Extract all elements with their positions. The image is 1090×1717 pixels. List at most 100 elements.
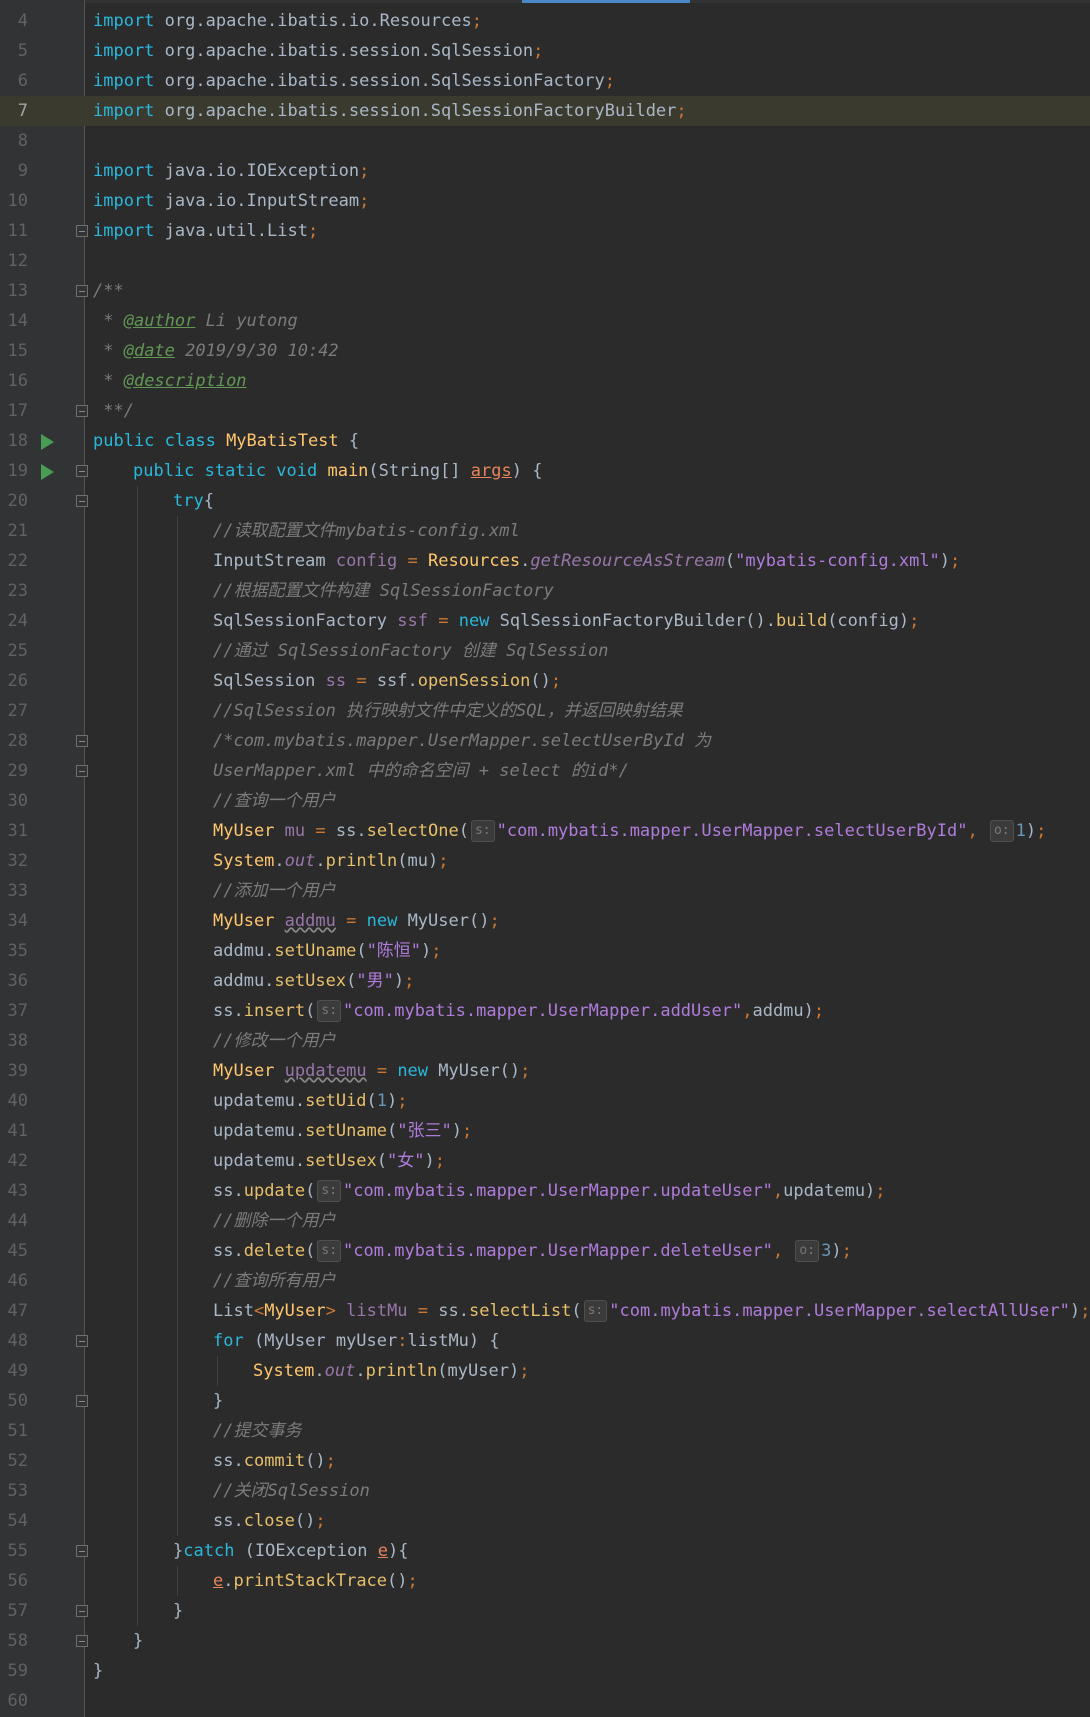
code-line[interactable]: 28 /*com.mybatis.mapper.UserMapper.select… xyxy=(0,726,1090,756)
indent-guide xyxy=(177,1356,178,1386)
fold-toggle-icon[interactable] xyxy=(76,765,88,777)
code-line[interactable]: 20 try{ xyxy=(0,486,1090,516)
code-line[interactable]: 7 import org.apache.ibatis.session.SqlSes… xyxy=(0,96,1090,126)
code-line[interactable]: 32 System.out.println(mu); xyxy=(0,846,1090,876)
code-line[interactable]: 25 //通过 SqlSessionFactory 创建 SqlSession xyxy=(0,636,1090,666)
code-line[interactable]: 4 import org.apache.ibatis.io.Resources; xyxy=(0,6,1090,36)
code-line[interactable]: 29 UserMapper.xml 中的命名空间 + select 的id*/ xyxy=(0,756,1090,786)
code-line[interactable]: 14 * @author Li yutong xyxy=(0,306,1090,336)
fold-toggle-icon[interactable] xyxy=(76,1335,88,1347)
code-line[interactable]: 39 MyUser updatemu = new MyUser(); xyxy=(0,1056,1090,1086)
code-line[interactable]: 35 addmu.setUname("陈恒"); xyxy=(0,936,1090,966)
code-line[interactable]: 33 //添加一个用户 xyxy=(0,876,1090,906)
indent-guide xyxy=(137,1416,138,1446)
fold-toggle-icon[interactable] xyxy=(76,225,88,237)
code-line[interactable]: 21 //读取配置文件mybatis-config.xml xyxy=(0,516,1090,546)
code-line[interactable]: 17 **/ xyxy=(0,396,1090,426)
code-line[interactable]: 46 //查询所有用户 xyxy=(0,1266,1090,1296)
code-line[interactable]: 57} xyxy=(0,1596,1090,1626)
code-line[interactable]: 51 //提交事务 xyxy=(0,1416,1090,1446)
code-line[interactable]: 23 //根据配置文件构建 SqlSessionFactory xyxy=(0,576,1090,606)
code-line[interactable]: 40 updatemu.setUid(1); xyxy=(0,1086,1090,1116)
code-text: InputStream config = Resources.getResour… xyxy=(213,546,960,576)
code-token: ) xyxy=(421,941,432,961)
code-line[interactable]: 16 * @description xyxy=(0,366,1090,396)
line-number: 36 xyxy=(7,971,28,991)
code-line[interactable]: 55}catch (IOException e){ xyxy=(0,1536,1090,1566)
fold-toggle-icon[interactable] xyxy=(76,405,88,417)
code-token: * xyxy=(93,341,124,361)
line-number: 55 xyxy=(7,1541,28,1561)
fold-toggle-icon[interactable] xyxy=(76,1635,88,1647)
code-line[interactable]: 59} xyxy=(0,1656,1090,1686)
code-line[interactable]: 43 ss.update(s: "com.mybatis.mapper.UserMa… xyxy=(0,1176,1090,1206)
code-line[interactable]: 30 //查询一个用户 xyxy=(0,786,1090,816)
code-line[interactable]: 6 import org.apache.ibatis.session.SqlSes… xyxy=(0,66,1090,96)
code-line[interactable]: 45 ss.delete(s: "com.mybatis.mapper.UserMa… xyxy=(0,1236,1090,1266)
code-token: ( xyxy=(305,1241,316,1261)
line-number: 17 xyxy=(7,401,28,421)
fold-toggle-icon[interactable] xyxy=(76,1605,88,1617)
code-line[interactable]: 48 for (MyUser myUser:listMu) { xyxy=(0,1326,1090,1356)
code-editor[interactable]: 4 import org.apache.ibatis.io.Resources; 5… xyxy=(0,0,1090,1717)
code-line[interactable]: 22 InputStream config = Resources.getReso… xyxy=(0,546,1090,576)
code-token: ; xyxy=(550,671,562,691)
fold-toggle-icon[interactable] xyxy=(76,735,88,747)
code-line[interactable]: 52 ss.commit(); xyxy=(0,1446,1090,1476)
code-line[interactable]: 50} xyxy=(0,1386,1090,1416)
fold-toggle-icon[interactable] xyxy=(76,1395,88,1407)
code-token: UserMapper.xml 中的命名空间 + select 的id*/ xyxy=(213,761,629,781)
code-token: setUname xyxy=(305,1121,388,1141)
code-line[interactable]: 12 xyxy=(0,246,1090,276)
code-line[interactable]: 44 //删除一个用户 xyxy=(0,1206,1090,1236)
code-token: ; xyxy=(533,41,544,61)
code-line[interactable]: 27 //SqlSession 执行映射文件中定义的SQL，并返回映射结果 xyxy=(0,696,1090,726)
code-line[interactable]: 38 //修改一个用户 xyxy=(0,1026,1090,1056)
code-text: import org.apache.ibatis.io.Resources; xyxy=(93,6,482,36)
code-token: ; xyxy=(359,191,370,211)
code-line[interactable]: 60 xyxy=(0,1686,1090,1716)
fold-toggle-icon[interactable] xyxy=(76,465,88,477)
code-text: e.printStackTrace(); xyxy=(213,1566,418,1596)
indent-guide xyxy=(177,1266,178,1296)
code-token: @date xyxy=(123,341,175,361)
run-icon[interactable] xyxy=(41,464,54,480)
run-icon[interactable] xyxy=(41,434,54,450)
code-line[interactable]: 8 xyxy=(0,126,1090,156)
code-line[interactable]: 41 updatemu.setUname("张三"); xyxy=(0,1116,1090,1146)
code-line[interactable]: 47 List<MyUser> listMu = ss.selectList(s:… xyxy=(0,1296,1090,1326)
line-number: 43 xyxy=(7,1181,28,1201)
code-text: SqlSession ss = ssf.openSession(); xyxy=(213,666,561,696)
code-line[interactable]: 49 System.out.println(myUser); xyxy=(0,1356,1090,1386)
line-number: 10 xyxy=(7,191,28,211)
code-line[interactable]: 54 ss.close(); xyxy=(0,1506,1090,1536)
code-line[interactable]: 15 * @date 2019/9/30 10:42 xyxy=(0,336,1090,366)
code-line[interactable]: 58} xyxy=(0,1626,1090,1656)
parameter-hint: o: xyxy=(989,820,1014,842)
fold-toggle-icon[interactable] xyxy=(76,495,88,507)
active-tab-indicator[interactable] xyxy=(522,0,690,3)
code-line[interactable]: 26 SqlSession ss = ssf.openSession(); xyxy=(0,666,1090,696)
fold-toggle-icon[interactable] xyxy=(76,1545,88,1557)
code-lines[interactable]: 4 import org.apache.ibatis.io.Resources; 5… xyxy=(0,6,1090,1716)
code-line[interactable]: 18 public class MyBatisTest { xyxy=(0,426,1090,456)
code-line[interactable]: 53 //关闭SqlSession xyxy=(0,1476,1090,1506)
code-line[interactable]: 36 addmu.setUsex("男"); xyxy=(0,966,1090,996)
code-line[interactable]: 11 import java.util.List; xyxy=(0,216,1090,246)
code-line[interactable]: 9 import java.io.IOException; xyxy=(0,156,1090,186)
code-line[interactable]: 34 MyUser addmu = new MyUser(); xyxy=(0,906,1090,936)
line-number: 27 xyxy=(7,701,28,721)
code-token: //SqlSession 执行映射文件中定义的SQL，并返回映射结果 xyxy=(213,701,683,721)
code-line[interactable]: 42 updatemu.setUsex("女"); xyxy=(0,1146,1090,1176)
code-line[interactable]: 37 ss.insert(s: "com.mybatis.mapper.UserMa… xyxy=(0,996,1090,1026)
code-line[interactable]: 24 SqlSessionFactory ssf = new SqlSession… xyxy=(0,606,1090,636)
code-line[interactable]: 5 import org.apache.ibatis.session.SqlSes… xyxy=(0,36,1090,66)
code-line[interactable]: 31 MyUser mu = ss.selectOne(s: "com.mybati… xyxy=(0,816,1090,846)
code-line[interactable]: 56 e.printStackTrace(); xyxy=(0,1566,1090,1596)
code-line[interactable]: 10 import java.io.InputStream; xyxy=(0,186,1090,216)
fold-toggle-icon[interactable] xyxy=(76,285,88,297)
indent-guide xyxy=(177,1296,178,1326)
code-line[interactable]: 13 /** xyxy=(0,276,1090,306)
code-line[interactable]: 19 public static void main(String[] args)… xyxy=(0,456,1090,486)
code-token: ; xyxy=(520,1061,531,1081)
